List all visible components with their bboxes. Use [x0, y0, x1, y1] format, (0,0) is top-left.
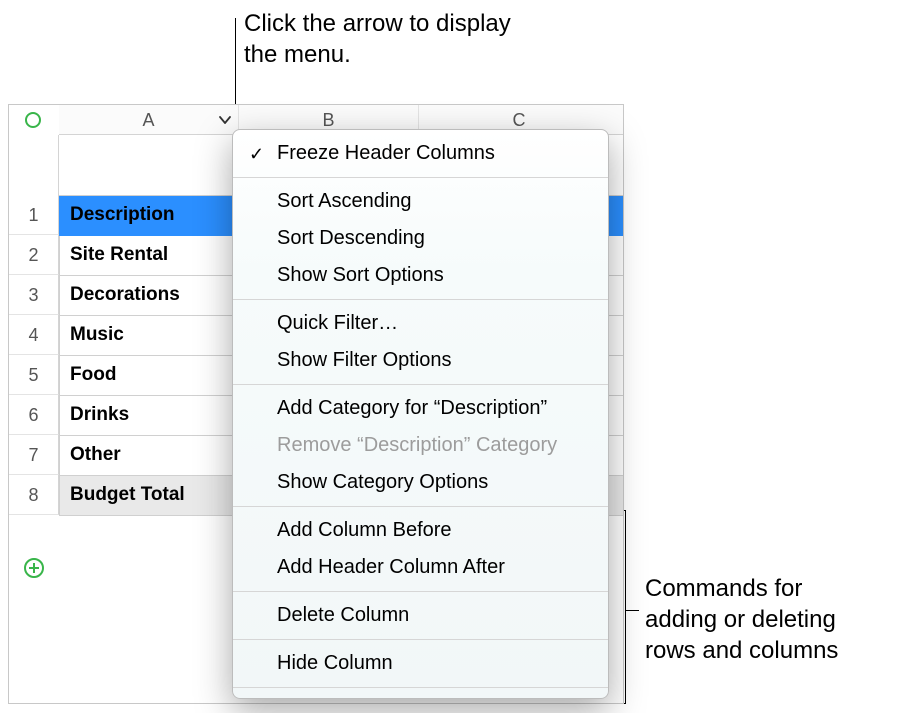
row-header-1-label: 1: [28, 205, 38, 225]
column-header-c-label: C: [513, 110, 526, 130]
cell-a2-text: Site Rental: [70, 244, 168, 265]
menu-add-cat-label: Add Category for “Description”: [277, 397, 547, 419]
cell-a8-text: Budget Total: [70, 484, 185, 505]
menu-add-header-column-after[interactable]: Add Header Column After: [233, 549, 608, 586]
cell-a4[interactable]: Music: [60, 315, 240, 355]
menu-freeze-header-columns[interactable]: ✓ Freeze Header Columns: [233, 135, 608, 172]
menu-separator: [233, 384, 608, 385]
callout-top: Click the arrow to display the menu.: [244, 8, 544, 70]
callout-right-bracket-v: [625, 510, 626, 704]
column-header-a[interactable]: A: [59, 105, 239, 134]
menu-remove-category: Remove “Description” Category: [233, 427, 608, 464]
menu-filter-opts-label: Show Filter Options: [277, 349, 452, 371]
cell-a7[interactable]: Other: [60, 435, 240, 475]
cell-a3-text: Decorations: [70, 284, 180, 305]
row-header-7[interactable]: 7: [9, 435, 59, 475]
menu-sort-opts-label: Show Sort Options: [277, 264, 444, 286]
menu-add-before-label: Add Column Before: [277, 519, 452, 541]
row-header-6[interactable]: 6: [9, 395, 59, 435]
menu-sort-asc-label: Sort Ascending: [277, 190, 412, 212]
row-headers: 1 2 3 4 5 6 7 8: [9, 135, 59, 515]
row-header-7-label: 7: [28, 445, 38, 465]
menu-quick-filter[interactable]: Quick Filter…: [233, 305, 608, 342]
cell-a7-text: Other: [70, 444, 121, 465]
callout-right: Commands for adding or deleting rows and…: [645, 573, 895, 667]
menu-separator: [233, 299, 608, 300]
cell-a8[interactable]: Budget Total: [60, 475, 240, 515]
menu-freeze-label: Freeze Header Columns: [277, 142, 495, 164]
menu-quick-filter-label: Quick Filter…: [277, 312, 398, 334]
menu-remove-cat-label: Remove “Description” Category: [277, 434, 557, 456]
menu-show-sort-options[interactable]: Show Sort Options: [233, 257, 608, 294]
menu-separator: [233, 639, 608, 640]
cell-a1[interactable]: Description: [60, 195, 240, 235]
table-corner-handle[interactable]: [13, 109, 53, 131]
row-header-2[interactable]: 2: [9, 235, 59, 275]
cell-a5-text: Food: [70, 364, 116, 385]
menu-delete-column[interactable]: Delete Column: [233, 597, 608, 634]
chevron-down-icon[interactable]: [218, 113, 232, 127]
row-header-3[interactable]: 3: [9, 275, 59, 315]
menu-hide-column[interactable]: Hide Column: [233, 645, 608, 682]
row-header-4-label: 4: [28, 325, 38, 345]
menu-separator: [233, 506, 608, 507]
cell-a2[interactable]: Site Rental: [60, 235, 240, 275]
callout-right-text-2: adding or deleting: [645, 606, 836, 633]
row-header-5-label: 5: [28, 365, 38, 385]
menu-show-category-options[interactable]: Show Category Options: [233, 464, 608, 501]
menu-sort-ascending[interactable]: Sort Ascending: [233, 183, 608, 220]
menu-show-filter-options[interactable]: Show Filter Options: [233, 342, 608, 379]
row-header-spacer: [9, 135, 59, 195]
row-header-5[interactable]: 5: [9, 355, 59, 395]
menu-add-after-label: Add Header Column After: [277, 556, 505, 578]
add-row-handle[interactable]: [23, 557, 45, 579]
column-header-a-label: A: [142, 110, 154, 130]
menu-hide-label: Hide Column: [277, 652, 393, 674]
menu-add-column-before[interactable]: Add Column Before: [233, 512, 608, 549]
row-header-8[interactable]: 8: [9, 475, 59, 515]
menu-cat-opts-label: Show Category Options: [277, 471, 488, 493]
menu-sort-descending[interactable]: Sort Descending: [233, 220, 608, 257]
cell-a1-text: Description: [70, 204, 175, 225]
column-context-menu: ✓ Freeze Header Columns Sort Ascending S…: [232, 129, 609, 699]
callout-right-text-3: rows and columns: [645, 637, 838, 664]
menu-separator: [233, 591, 608, 592]
cell-a6-text: Drinks: [70, 404, 129, 425]
menu-add-category[interactable]: Add Category for “Description”: [233, 390, 608, 427]
callout-right-bracket-arm: [625, 610, 639, 611]
callout-right-text-1: Commands for: [645, 575, 802, 602]
column-header-b-label: B: [322, 110, 334, 130]
row-header-3-label: 3: [28, 285, 38, 305]
cell-a3[interactable]: Decorations: [60, 275, 240, 315]
row-header-4[interactable]: 4: [9, 315, 59, 355]
cell-a4-text: Music: [70, 324, 124, 345]
row-header-1[interactable]: 1: [9, 195, 59, 235]
menu-separator: [233, 687, 608, 688]
row-header-8-label: 8: [28, 485, 38, 505]
menu-separator: [233, 177, 608, 178]
cell-a6[interactable]: Drinks: [60, 395, 240, 435]
cell-a5[interactable]: Food: [60, 355, 240, 395]
menu-delete-label: Delete Column: [277, 604, 409, 626]
callout-top-text: Click the arrow to display the menu.: [244, 10, 511, 68]
row-header-6-label: 6: [28, 405, 38, 425]
menu-sort-desc-label: Sort Descending: [277, 227, 425, 249]
checkmark-icon: ✓: [249, 141, 264, 165]
row-header-2-label: 2: [28, 245, 38, 265]
callout-top-line: [235, 18, 236, 118]
